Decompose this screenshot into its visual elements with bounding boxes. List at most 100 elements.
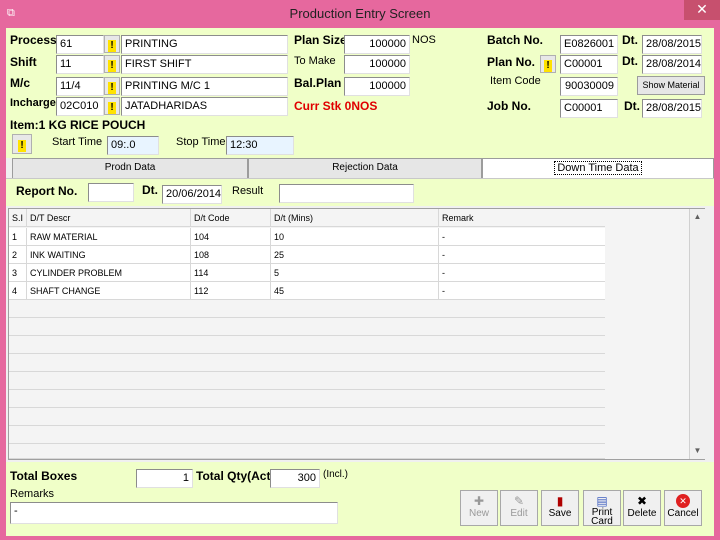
cell-descr: SHAFT CHANGE [27, 282, 191, 300]
cell-code: 108 [191, 246, 271, 264]
shift-lookup-button[interactable]: ! [104, 55, 120, 73]
time-lookup-button[interactable]: ! [12, 134, 32, 154]
column-header-dt-code[interactable]: D/t Code [191, 209, 271, 227]
job-no-field[interactable]: C00001 [560, 99, 618, 118]
print-card-button[interactable]: ▤ Print Card [583, 490, 621, 527]
empty-row [9, 354, 605, 372]
cell-mins: 10 [271, 228, 439, 246]
job-date-field[interactable]: 28/08/2015 [642, 99, 702, 118]
empty-row [9, 408, 605, 426]
report-no-field[interactable] [88, 183, 134, 202]
window-title: Production Entry Screen [289, 6, 431, 21]
item-description: Item:1 KG RICE POUCH [10, 118, 146, 132]
exclamation-icon: ! [18, 140, 26, 152]
to-make-label: To Make [294, 55, 336, 67]
empty-row [9, 426, 605, 444]
cell-si: 1 [9, 228, 27, 246]
tab-prodn-data[interactable]: Prodn Data [12, 158, 248, 178]
mc-label: M/c [10, 76, 31, 90]
incharge-code-field[interactable]: 02C010 [56, 97, 104, 116]
show-material-button[interactable]: Show Material [637, 76, 705, 95]
report-no-label: Report No. [16, 184, 78, 198]
shift-code-field[interactable]: 11 [56, 55, 104, 74]
delete-button[interactable]: ✖ Delete [623, 490, 661, 526]
exclamation-icon: ! [108, 40, 116, 52]
cell-code: 104 [191, 228, 271, 246]
total-boxes-field[interactable]: 1 [136, 469, 193, 488]
batch-no-field[interactable]: E0826001 [560, 35, 618, 54]
new-button[interactable]: ✚ New [460, 490, 498, 526]
plan-size-field[interactable]: 100000 [344, 35, 410, 54]
current-stock-text: Curr Stk 0NOS [294, 99, 378, 113]
mc-lookup-button[interactable]: ! [104, 77, 120, 95]
result-field[interactable] [279, 184, 414, 203]
mc-name-field[interactable]: PRINTING M/C 1 [121, 77, 288, 96]
edit-button[interactable]: ✎ Edit [500, 490, 538, 526]
new-record-icon: ✚ [473, 494, 485, 508]
cell-mins: 5 [271, 264, 439, 282]
start-time-label: Start Time [52, 136, 103, 148]
plan-no-field[interactable]: C00001 [560, 55, 618, 74]
scroll-down-icon[interactable]: ▼ [690, 443, 705, 458]
column-header-remark[interactable]: Remark [439, 209, 605, 227]
total-qty-field[interactable]: 300 [270, 469, 320, 488]
tab-rejection-data[interactable]: Rejection Data [248, 158, 482, 178]
to-make-field[interactable]: 100000 [344, 55, 410, 74]
printer-icon: ▤ [596, 494, 608, 508]
empty-row [9, 300, 605, 318]
plan-lookup-button[interactable]: ! [540, 55, 556, 73]
scroll-thumb[interactable] [692, 227, 703, 437]
column-header-dt-mins[interactable]: D/t (Mins) [271, 209, 439, 227]
cell-descr: RAW MATERIAL [27, 228, 191, 246]
scroll-up-icon[interactable]: ▲ [690, 209, 705, 224]
cell-mins: 25 [271, 246, 439, 264]
cell-remark: - [442, 250, 445, 260]
empty-row [9, 372, 605, 390]
cell-descr: CYLINDER PROBLEM [27, 264, 191, 282]
column-header-si[interactable]: S.I [9, 209, 27, 227]
job-no-label: Job No. [487, 99, 531, 113]
item-code-field[interactable]: 90030009 [560, 77, 618, 96]
bal-plan-field[interactable]: 100000 [344, 77, 410, 96]
result-label: Result [232, 185, 264, 197]
grid-vertical-scrollbar[interactable]: ▲ ▼ [689, 209, 705, 459]
downtime-date-field[interactable]: 20/06/2014 [162, 185, 222, 204]
table-row[interactable]: 4 SHAFT CHANGE 112 45 - [9, 282, 605, 300]
process-lookup-button[interactable]: ! [104, 35, 120, 53]
total-boxes-label: Total Boxes [10, 469, 78, 483]
total-qty-label: Total Qty(Act.) [196, 469, 278, 483]
table-row[interactable]: 1 RAW MATERIAL 104 10 - [9, 228, 605, 246]
mc-code-field[interactable]: 11/4 [56, 77, 104, 96]
empty-row [9, 444, 605, 459]
plan-size-label: Plan Size [294, 33, 347, 47]
cell-remark: - [442, 232, 445, 242]
incharge-lookup-button[interactable]: ! [104, 97, 120, 115]
cell-si: 2 [9, 246, 27, 264]
total-qty-unit: (Incl.) [323, 469, 348, 480]
cell-si: 3 [9, 264, 27, 282]
downtime-grid: S.I D/T Descr D/t Code D/t (Mins) Remark… [8, 208, 705, 460]
column-header-dt-descr[interactable]: D/T Descr [27, 209, 191, 227]
empty-row [9, 336, 605, 354]
empty-row [9, 390, 605, 408]
remarks-field[interactable]: - [10, 502, 338, 524]
stop-time-field[interactable]: 12:30 [226, 136, 294, 155]
process-name-field[interactable]: PRINTING [121, 35, 288, 54]
table-row[interactable]: 3 CYLINDER PROBLEM 114 5 - [9, 264, 605, 282]
batch-date-field[interactable]: 28/08/2015 [642, 35, 702, 54]
plan-date-field[interactable]: 28/08/2014 [642, 55, 702, 74]
close-button[interactable]: ✕ [684, 0, 720, 20]
shift-name-field[interactable]: FIRST SHIFT [121, 55, 288, 74]
save-button[interactable]: ▮ Save [541, 490, 579, 526]
job-date-label: Dt. [624, 99, 640, 113]
save-icon: ▮ [556, 494, 564, 508]
start-time-field[interactable]: 09:.0 [107, 136, 159, 155]
cancel-button[interactable]: ✕ Cancel [664, 490, 702, 526]
cell-mins: 45 [271, 282, 439, 300]
tab-down-time-data[interactable]: Down Time Data [482, 158, 714, 178]
process-code-field[interactable]: 61 [56, 35, 104, 54]
cell-code: 114 [191, 264, 271, 282]
incharge-name-field[interactable]: JATADHARIDAS [121, 97, 288, 116]
bal-plan-label: Bal.Plan [294, 76, 342, 90]
table-row[interactable]: 2 INK WAITING 108 25 - [9, 246, 605, 264]
